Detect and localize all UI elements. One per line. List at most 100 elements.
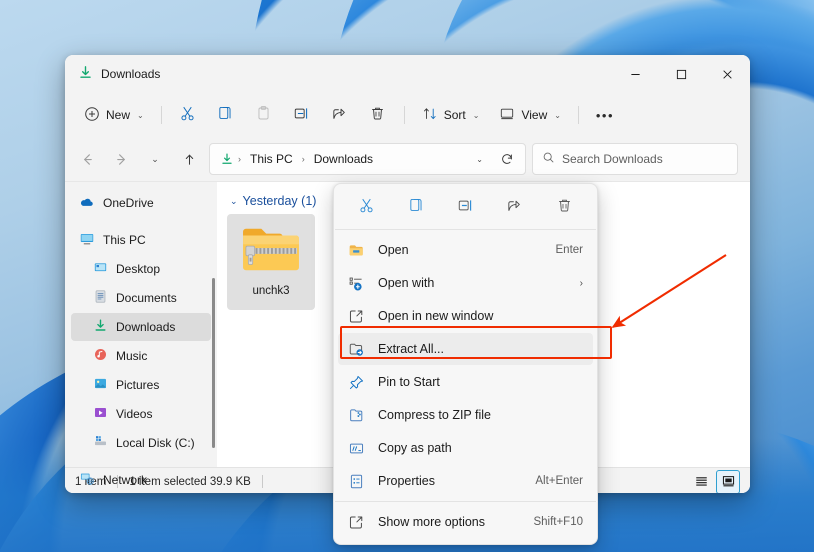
open-folder-icon — [346, 242, 366, 259]
view-icon — [499, 106, 515, 125]
sidebar-item-network[interactable]: Network — [71, 466, 211, 493]
pin-icon — [346, 374, 366, 391]
ctx-item-open-new-window[interactable]: Open in new window — [338, 300, 593, 332]
breadcrumb-this-pc[interactable]: This PC — [245, 149, 298, 169]
rename-icon — [457, 197, 474, 217]
onedrive-cloud-icon — [79, 194, 95, 213]
zip-folder-icon — [240, 223, 302, 280]
context-menu: Open Enter Open with › — [333, 183, 598, 545]
sidebar-item-downloads[interactable]: Downloads — [71, 313, 211, 341]
downloads-arrow-icon — [93, 318, 108, 336]
ctx-copy-button[interactable] — [400, 192, 432, 222]
paste-button[interactable] — [246, 99, 282, 131]
file-item-unchk3[interactable]: unchk3 — [227, 214, 315, 310]
divider — [161, 106, 162, 124]
this-pc-monitor-icon — [79, 231, 95, 250]
ctx-item-label: Pin to Start — [378, 375, 583, 389]
group-header-label: Yesterday (1) — [243, 194, 317, 208]
desktop-wallpaper: Downloads — [0, 0, 814, 552]
ctx-item-compress-zip[interactable]: Compress to ZIP file — [338, 399, 593, 431]
ctx-item-label: Copy as path — [378, 441, 583, 455]
ctx-share-button[interactable] — [499, 192, 531, 222]
sidebar-item-label: Network — [103, 473, 147, 487]
back-button[interactable] — [73, 145, 101, 173]
view-button[interactable]: View ⌄ — [490, 99, 570, 131]
address-bar[interactable]: › This PC › Downloads ⌄ — [209, 143, 526, 175]
view-label: View — [521, 108, 547, 122]
cut-button[interactable] — [170, 99, 206, 131]
see-more-button[interactable]: ••• — [587, 99, 623, 131]
sidebar-item-videos[interactable]: Videos — [71, 400, 211, 428]
videos-film-icon — [93, 405, 108, 423]
address-bar-row: ⌄ › This PC › Downloads ⌄ — [65, 137, 750, 181]
sidebar-item-desktop[interactable]: Desktop — [71, 255, 211, 283]
list-view-toggle[interactable] — [690, 471, 712, 493]
minimize-button[interactable] — [612, 55, 658, 93]
ctx-item-open[interactable]: Open Enter — [338, 234, 593, 266]
compress-zip-icon — [346, 407, 366, 424]
downloads-arrow-icon — [78, 65, 93, 83]
sort-button[interactable]: Sort ⌄ — [413, 99, 489, 131]
share-button[interactable] — [322, 99, 358, 131]
refresh-button[interactable] — [493, 152, 521, 166]
sidebar-scrollbar[interactable] — [212, 278, 215, 448]
chevron-down-icon: ⌄ — [151, 154, 159, 165]
local-disk-icon — [93, 434, 108, 452]
desktop-icon — [93, 260, 108, 278]
sidebar-item-pictures[interactable]: Pictures — [71, 371, 211, 399]
rename-button[interactable] — [284, 99, 320, 131]
divider — [578, 106, 579, 124]
close-button[interactable] — [704, 55, 750, 93]
ctx-item-properties[interactable]: Properties Alt+Enter — [338, 465, 593, 497]
recent-locations-button[interactable]: ⌄ — [141, 145, 169, 173]
new-button[interactable]: New ⌄ — [75, 99, 153, 131]
sidebar-item-music[interactable]: Music — [71, 342, 211, 370]
sidebar-item-label: Downloads — [116, 320, 175, 334]
view-toggles — [690, 470, 740, 494]
maximize-button[interactable] — [658, 55, 704, 93]
ellipsis-icon: ••• — [596, 109, 614, 122]
scissors-icon — [358, 197, 375, 217]
up-button[interactable] — [175, 145, 203, 173]
ctx-item-accel: Alt+Enter — [535, 475, 583, 487]
breadcrumb-separator: › — [301, 154, 306, 164]
title-bar: Downloads — [65, 55, 750, 93]
delete-button[interactable] — [360, 99, 396, 131]
trash-icon — [369, 105, 386, 125]
ctx-item-label: Show more options — [378, 515, 533, 529]
sidebar-item-label: Music — [116, 349, 147, 363]
ctx-cut-button[interactable] — [351, 192, 383, 222]
command-bar: New ⌄ — [65, 93, 750, 137]
ctx-item-label: Open with — [378, 276, 580, 290]
large-icons-view-toggle[interactable] — [716, 470, 740, 494]
music-note-icon — [93, 347, 108, 365]
ctx-item-accel: Shift+F10 — [533, 516, 583, 528]
breadcrumb-downloads[interactable]: Downloads — [309, 149, 378, 169]
ctx-item-copy-as-path[interactable]: Copy as path — [338, 432, 593, 464]
ctx-rename-button[interactable] — [449, 192, 481, 222]
ctx-delete-button[interactable] — [548, 192, 580, 222]
forward-button[interactable] — [107, 145, 135, 173]
properties-icon — [346, 473, 366, 490]
ctx-item-show-more-options[interactable]: Show more options Shift+F10 — [338, 506, 593, 538]
address-dropdown-icon[interactable]: ⌄ — [469, 155, 490, 164]
ctx-item-label: Open in new window — [378, 309, 583, 323]
ctx-item-label: Compress to ZIP file — [378, 408, 583, 422]
sidebar-item-onedrive[interactable]: OneDrive — [71, 189, 211, 217]
sort-label: Sort — [444, 108, 466, 122]
sidebar-item-label: Local Disk (C:) — [116, 436, 195, 450]
ctx-item-open-with[interactable]: Open with › — [338, 267, 593, 299]
search-box[interactable]: Search Downloads — [532, 143, 738, 175]
file-item-label: unchk3 — [252, 285, 289, 297]
sidebar-item-this-pc[interactable]: This PC — [71, 226, 211, 254]
ctx-item-extract-all[interactable]: Extract All... — [338, 333, 593, 365]
ctx-item-label: Open — [378, 243, 556, 257]
sidebar-item-documents[interactable]: Documents — [71, 284, 211, 312]
pictures-image-icon — [93, 376, 108, 394]
copy-button[interactable] — [208, 99, 244, 131]
ctx-item-label: Extract All... — [378, 342, 583, 356]
trash-icon — [556, 197, 573, 217]
divider — [335, 501, 596, 502]
sidebar-item-local-disk[interactable]: Local Disk (C:) — [71, 429, 211, 457]
ctx-item-pin-to-start[interactable]: Pin to Start — [338, 366, 593, 398]
